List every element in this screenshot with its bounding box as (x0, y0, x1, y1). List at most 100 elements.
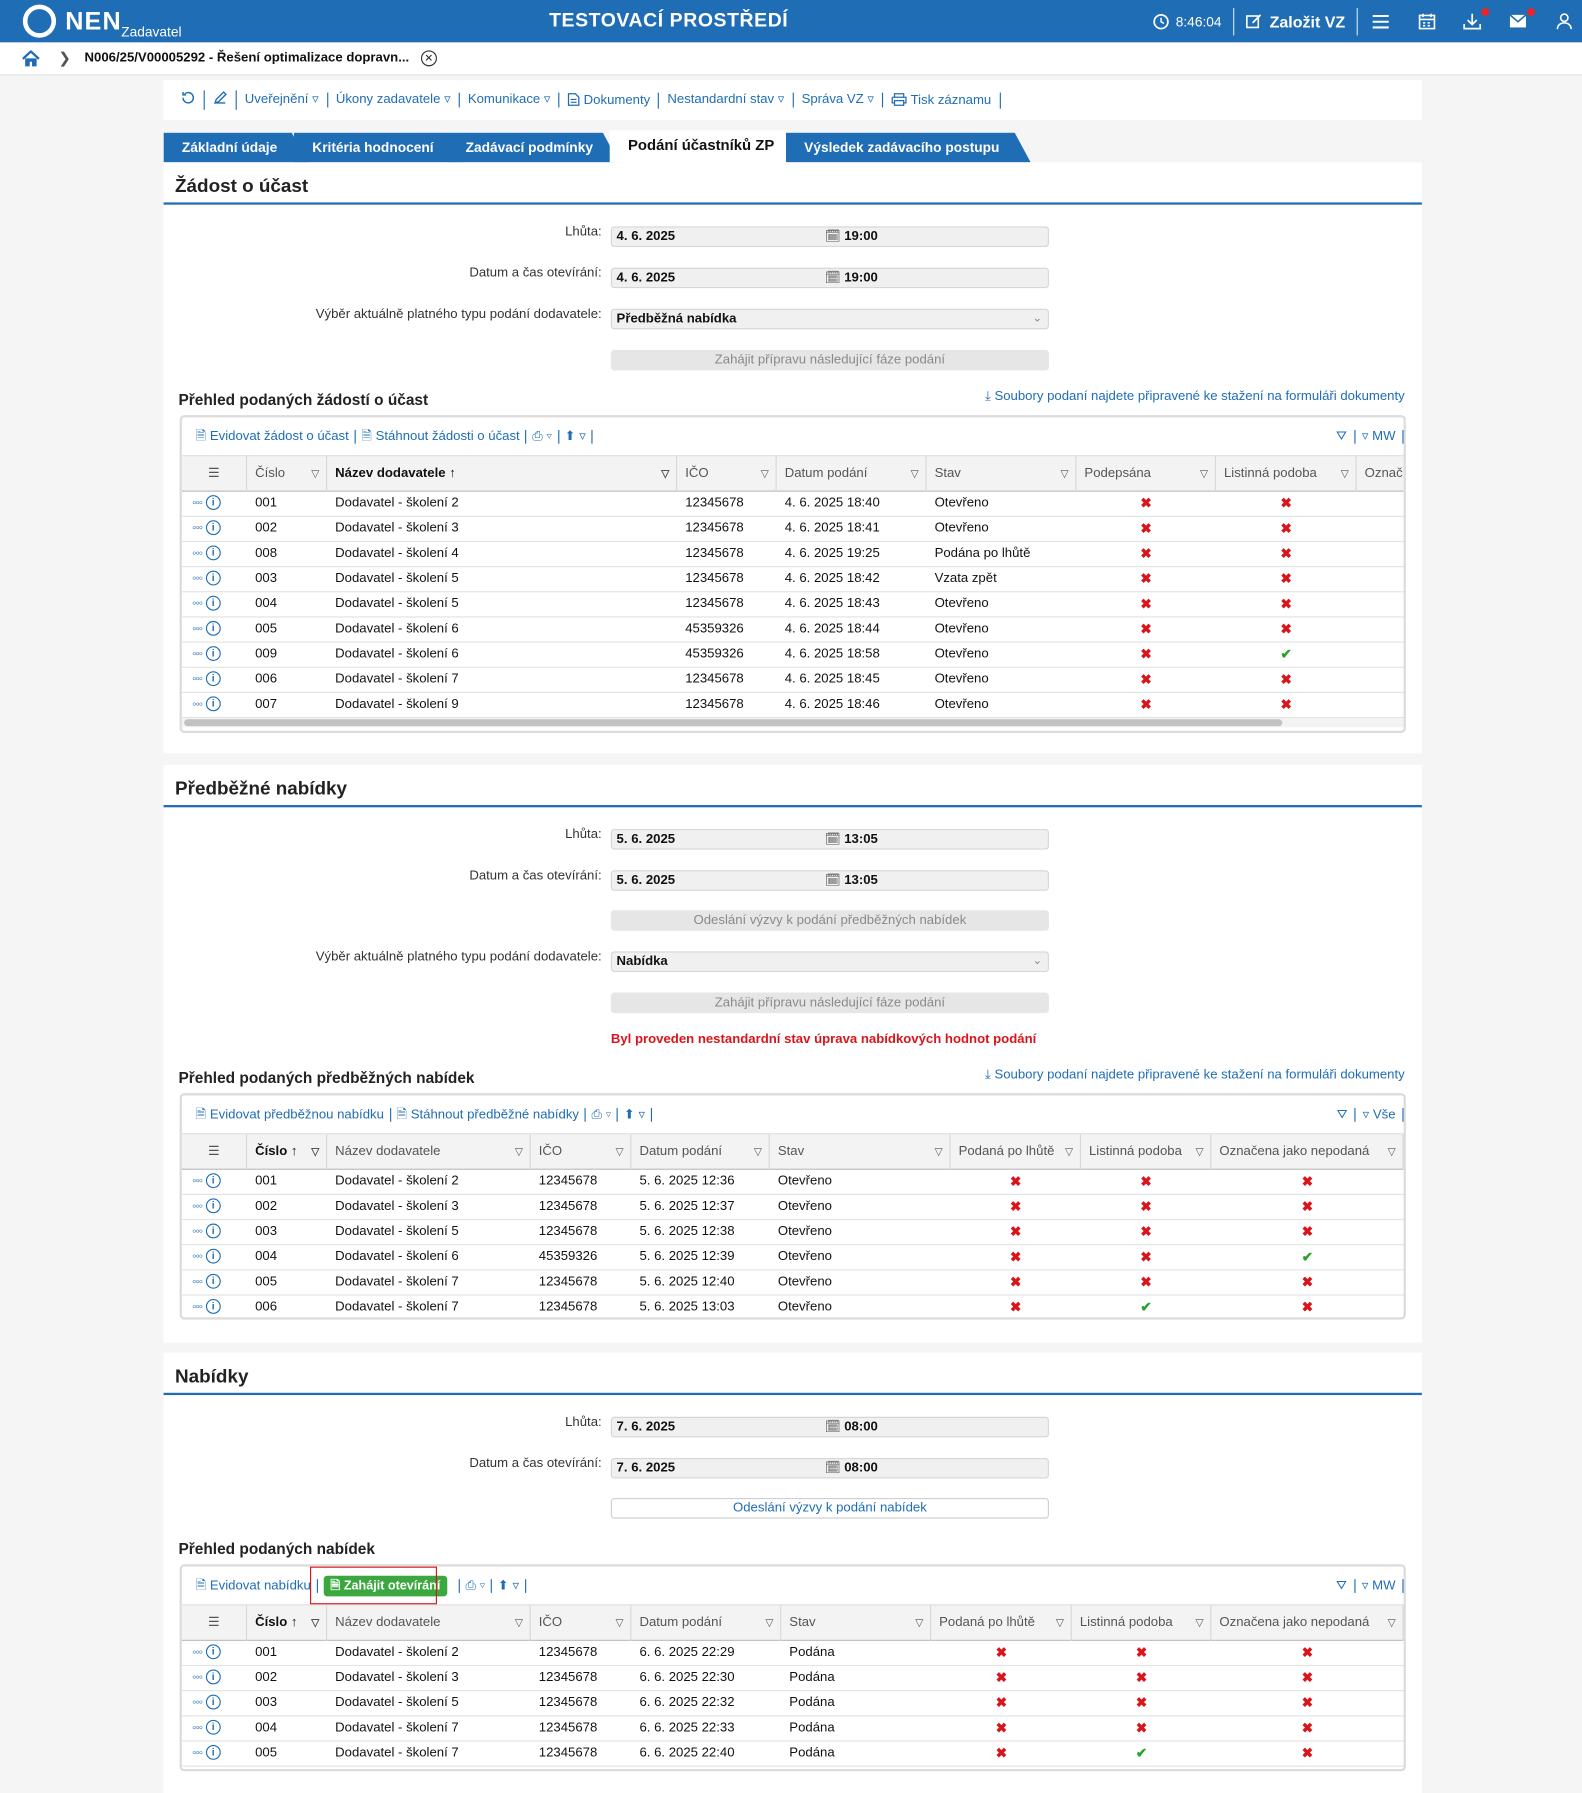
more-actions-icon[interactable]: ◦◦◦ (192, 698, 203, 712)
col-date[interactable]: Datum podání ▽ (631, 1605, 782, 1641)
col-late[interactable]: Podaná po lhůtě ▽ (931, 1605, 1072, 1641)
table-row[interactable]: ◦◦◦ i 003 Dodavatel - školení 5 12345678 4. … (181, 567, 1404, 593)
tab-procedure-result[interactable]: Výsledek zadávacího postupu (786, 133, 1031, 163)
menu-publication[interactable]: Uveřejnění ▿ (237, 92, 328, 108)
more-actions-icon[interactable]: ◦◦◦ (192, 1250, 203, 1264)
opening-field[interactable]: 5. 6. 2025 🗓 13:05 (610, 870, 1049, 891)
print-menu-button[interactable]: ⎙ ▿ (527, 429, 559, 444)
opening-field[interactable]: 4. 6. 2025 🗓 19:00 (610, 267, 1049, 289)
files-link[interactable]: ⤓ Soubory podaní najdete připravené ke s… (985, 390, 1405, 405)
view-select[interactable]: ▿ MW (1355, 429, 1404, 444)
column-settings-icon[interactable]: ☰ (182, 1605, 248, 1641)
calendar-icon[interactable] (1414, 0, 1439, 42)
scrollbar-thumb[interactable] (184, 719, 1283, 727)
table-row[interactable]: ◦◦◦ i 003 Dodavatel - školení 5 12345678 5. … (181, 1220, 1404, 1246)
info-icon[interactable]: i (205, 1224, 221, 1239)
col-number[interactable]: Číslo ↑ ▽ (247, 1605, 328, 1641)
more-actions-icon[interactable]: ◦◦◦ (192, 1300, 203, 1314)
submission-type-select[interactable]: Předběžná nabídka ⌄ (610, 308, 1049, 330)
more-actions-icon[interactable]: ◦◦◦ (192, 1645, 203, 1659)
next-phase-button[interactable]: Zahájit přípravu následující fáze podání (610, 349, 1049, 371)
col-ico[interactable]: IČO ▽ (677, 456, 777, 492)
more-actions-icon[interactable]: ◦◦◦ (192, 672, 203, 686)
home-icon[interactable] (22, 49, 40, 67)
col-number[interactable]: Číslo ▽ (247, 456, 328, 492)
more-actions-icon[interactable]: ◦◦◦ (192, 1225, 203, 1239)
table-row[interactable]: ◦◦◦ i 009 Dodavatel - školení 6 45359326 4. … (181, 643, 1404, 668)
horizontal-scrollbar[interactable] (181, 718, 1404, 728)
col-paper[interactable]: Listinná podoba ▽ (1072, 1605, 1212, 1641)
table-row[interactable]: ◦◦◦ i 004 Dodavatel - školení 6 45359326 5. … (181, 1245, 1404, 1271)
deadline-field[interactable]: 7. 6. 2025 🗓 08:00 (610, 1416, 1049, 1438)
col-status[interactable]: Stav ▽ (781, 1605, 932, 1641)
tab-participant-submissions[interactable]: Podání účastníků ZP (609, 130, 791, 163)
next-phase-button[interactable]: Zahájit přípravu následující fáze podání (610, 992, 1049, 1014)
col-late[interactable]: Podaná po lhůtě ▽ (951, 1134, 1081, 1170)
info-icon[interactable]: i (205, 671, 221, 687)
add-request-button[interactable]: 🗎 Evidovat žádost o účast (190, 429, 356, 444)
table-row[interactable]: ◦◦◦ i 005 Dodavatel - školení 7 12345678 5. … (181, 1270, 1404, 1296)
filter-icon[interactable]: ⛛ (1330, 1107, 1356, 1122)
more-actions-icon[interactable]: ◦◦◦ (192, 597, 203, 611)
table-row[interactable]: ◦◦◦ i 002 Dodavatel - školení 3 12345678 5. … (181, 1195, 1404, 1221)
more-actions-icon[interactable]: ◦◦◦ (192, 622, 203, 636)
close-icon[interactable]: ✕ (420, 50, 437, 67)
more-actions-icon[interactable]: ◦◦◦ (192, 572, 203, 586)
export-menu-button[interactable]: ⬆ ▿ (492, 1578, 526, 1593)
export-menu-button[interactable]: ⬆ ▿ (618, 1107, 653, 1122)
more-actions-icon[interactable]: ◦◦◦ (192, 1746, 203, 1760)
info-icon[interactable]: i (205, 520, 221, 536)
column-settings-icon[interactable]: ☰ (182, 1134, 248, 1170)
info-icon[interactable]: i (205, 1670, 221, 1685)
table-row[interactable]: ◦◦◦ i 002 Dodavatel - školení 3 12345678 6. … (181, 1666, 1404, 1692)
refresh-icon[interactable] (173, 90, 205, 110)
info-icon[interactable]: i (205, 1720, 221, 1736)
download-requests-button[interactable]: 🗎 Stáhnout žádosti o účast (356, 429, 527, 444)
add-offer-button[interactable]: 🗎 Evidovat nabídku (190, 1578, 318, 1593)
download-icon[interactable] (1460, 0, 1490, 42)
view-select[interactable]: ▿ MW (1355, 1578, 1404, 1593)
col-unsubmitted[interactable]: Označena jako nepodaná ▽ (1211, 1605, 1404, 1641)
edit-icon[interactable] (205, 90, 237, 110)
col-date[interactable]: Datum podání ▽ (631, 1134, 770, 1170)
invite-button[interactable]: Odeslání výzvy k podání nabídek (610, 1497, 1049, 1519)
info-icon[interactable]: i (205, 696, 221, 712)
nen-logo[interactable]: NEN (22, 0, 122, 42)
table-row[interactable]: ◦◦◦ i 003 Dodavatel - školení 5 12345678 6. … (181, 1691, 1404, 1717)
more-actions-icon[interactable]: ◦◦◦ (192, 647, 203, 661)
col-unsubmitted[interactable]: Označena jako nepodaná ▽ (1211, 1134, 1404, 1170)
deadline-field[interactable]: 5. 6. 2025 🗓 13:05 (610, 829, 1049, 850)
more-actions-icon[interactable]: ◦◦◦ (192, 521, 203, 535)
col-signed[interactable]: Podepsána ▽ (1076, 456, 1216, 492)
col-status[interactable]: Stav ▽ (770, 1134, 951, 1170)
info-icon[interactable]: i (205, 571, 221, 587)
table-row[interactable]: ◦◦◦ i 002 Dodavatel - školení 3 12345678 4. … (181, 517, 1404, 543)
info-icon[interactable]: i (205, 1198, 221, 1214)
deadline-field[interactable]: 4. 6. 2025 🗓 19:00 (610, 226, 1049, 247)
submission-type-select[interactable]: Nabídka ⌄ (610, 951, 1049, 972)
table-row[interactable]: ◦◦◦ i 005 Dodavatel - školení 7 12345678 6. … (181, 1742, 1404, 1767)
add-preliminary-offer-button[interactable]: 🗎 Evidovat předběžnou nabídku (190, 1107, 391, 1122)
col-date[interactable]: Datum podání ▽ (777, 456, 927, 492)
print-menu-button[interactable]: ⎙ ▿ (586, 1107, 619, 1122)
col-paper[interactable]: Listinná podoba ▽ (1081, 1134, 1212, 1170)
more-actions-icon[interactable]: ◦◦◦ (192, 1200, 203, 1214)
info-icon[interactable]: i (205, 621, 221, 637)
table-row[interactable]: ◦◦◦ i 001 Dodavatel - školení 2 12345678 4. … (181, 492, 1404, 517)
info-icon[interactable]: i (205, 545, 221, 561)
invite-button[interactable]: Odeslání výzvy k podání předběžných nabí… (610, 910, 1049, 931)
view-select[interactable]: ▿ Vše (1356, 1107, 1404, 1122)
table-row[interactable]: ◦◦◦ i 006 Dodavatel - školení 7 12345678 5. … (182, 1296, 1404, 1318)
col-ico[interactable]: IČO ▽ (531, 1134, 632, 1170)
tab-tender-conditions[interactable]: Zadávací podmínky (447, 133, 619, 163)
export-menu-button[interactable]: ⬆ ▿ (559, 429, 593, 444)
info-icon[interactable]: i (205, 1299, 221, 1315)
table-row[interactable]: ◦◦◦ i 001 Dodavatel - školení 2 12345678 5. … (181, 1170, 1404, 1195)
info-icon[interactable]: i (205, 646, 221, 662)
table-row[interactable]: ◦◦◦ i 004 Dodavatel - školení 7 12345678 6. … (181, 1716, 1404, 1742)
column-settings-icon[interactable]: ☰ (182, 456, 248, 492)
filter-icon[interactable]: ⛛ (1329, 429, 1356, 444)
more-actions-icon[interactable]: ◦◦◦ (192, 547, 203, 561)
table-row[interactable]: ◦◦◦ i 004 Dodavatel - školení 5 12345678 4. … (181, 592, 1404, 618)
info-icon[interactable]: i (205, 1173, 221, 1189)
